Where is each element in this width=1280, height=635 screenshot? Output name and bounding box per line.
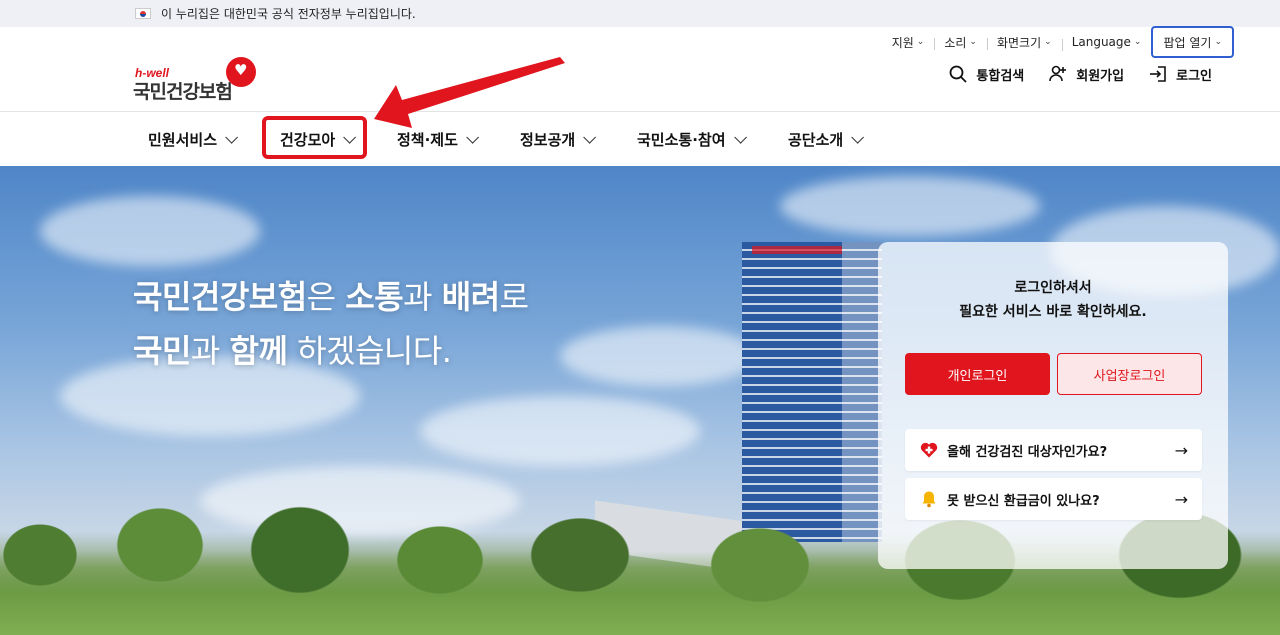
- gov-banner-text: 이 누리집은 대한민국 공식 전자정부 누리집입니다.: [161, 7, 416, 21]
- chevron-down-icon: [851, 131, 865, 144]
- nav-label: 공단소개: [788, 131, 844, 149]
- popup-open-label: 팝업 열기: [1163, 35, 1212, 50]
- gov-banner[interactable]: 이 누리집은 대한민국 공식 전자정부 누리집입니다.: [0, 0, 1280, 27]
- hero-text-bold: 소통: [345, 278, 404, 316]
- hero-text: 로: [499, 278, 529, 316]
- logo-name: 국민건강보험: [133, 81, 233, 103]
- main-nav: 민원서비스 건강모아 정책·제도 정보공개 국민소통·참여 공단소개: [0, 111, 1280, 166]
- hero-headline: 국민건강보험은 소통과 배려로 국민과 함께 하겠습니다.: [133, 270, 529, 378]
- signup-button[interactable]: 회원가입: [1048, 64, 1124, 84]
- chevron-down-icon: ⌄: [1044, 37, 1052, 47]
- annotation-arrow-icon: [374, 57, 565, 128]
- login-panel: 로그인하셔서 필요한 서비스 바로 확인하세요. 개인로그인 사업장로그인 올해…: [878, 242, 1228, 569]
- heart-logo-icon: [226, 57, 256, 87]
- hero-text: 은: [306, 278, 346, 316]
- cloud: [780, 176, 1040, 236]
- utility-language-label: Language: [1071, 35, 1131, 49]
- chevron-down-icon: [733, 131, 747, 144]
- add-user-icon: [1049, 65, 1067, 82]
- popup-open-button[interactable]: 팝업 열기 ⌄: [1151, 26, 1234, 58]
- utility-menu: 지원 ⌄ 소리 ⌄ 화면크기 ⌄ Language ⌄ 팝업 열기 ⌄: [882, 26, 1234, 58]
- hero-text: 하겠습니다.: [287, 332, 452, 370]
- search-icon: [950, 65, 968, 83]
- utility-screen-size-label: 화면크기: [996, 35, 1042, 50]
- hero-text-bold: 국민건강보험: [133, 278, 307, 316]
- login-message-line-1: 로그인하셔서: [1014, 280, 1092, 296]
- utility-sound-label: 소리: [944, 35, 967, 50]
- hero-text-bold: 함께: [229, 332, 288, 370]
- utility-language[interactable]: Language ⌄: [1061, 35, 1152, 51]
- chevron-down-icon: ⌄: [1214, 37, 1222, 47]
- chevron-down-icon: ⌄: [1133, 37, 1142, 47]
- korea-flag-icon: [135, 8, 151, 19]
- header-actions: 통합검색 회원가입 로그인: [948, 64, 1212, 84]
- hero-text-bold: 국민: [133, 332, 191, 370]
- nav-item-participation[interactable]: 국민소통·참여: [637, 112, 747, 167]
- bell-icon: [919, 489, 939, 509]
- hero-text: 과: [190, 332, 230, 370]
- hero-text-bold: 배려: [441, 278, 500, 316]
- tower-sign: [752, 246, 842, 254]
- nav-label: 민원서비스: [148, 131, 218, 149]
- hero-line-1: 국민건강보험은 소통과 배려로: [133, 270, 529, 324]
- nav-item-civil-service[interactable]: 민원서비스: [148, 112, 239, 167]
- chevron-down-icon: ⌄: [916, 37, 925, 47]
- chevron-down-icon: [583, 131, 597, 144]
- search-button[interactable]: 통합검색: [948, 64, 1024, 84]
- chevron-down-icon: ⌄: [969, 37, 977, 47]
- login-message: 로그인하셔서 필요한 서비스 바로 확인하세요.: [878, 276, 1228, 324]
- checkup-link[interactable]: 올해 건강검진 대상자인가요? →: [905, 429, 1202, 471]
- login-message-line-2: 필요한 서비스 바로 확인하세요.: [959, 304, 1147, 320]
- utility-sound[interactable]: 소리 ⌄: [934, 34, 987, 51]
- login-button[interactable]: 로그인: [1148, 64, 1212, 84]
- refund-link[interactable]: 못 받으신 환급금이 있나요? →: [905, 478, 1202, 520]
- site-logo[interactable]: h-well 국민건강보험: [133, 57, 257, 103]
- cloud: [420, 396, 700, 466]
- medical-heart-icon: [919, 440, 939, 460]
- nav-item-about[interactable]: 공단소개: [788, 112, 865, 167]
- arrow-right-icon: →: [1174, 489, 1188, 509]
- business-login-button[interactable]: 사업장로그인: [1057, 353, 1202, 395]
- login-label: 로그인: [1176, 68, 1212, 84]
- utility-screen-size[interactable]: 화면크기 ⌄: [986, 34, 1062, 51]
- utility-support-label: 지원: [891, 35, 914, 50]
- search-label: 통합검색: [976, 68, 1025, 84]
- login-icon: [1150, 66, 1166, 82]
- chevron-down-icon: [225, 131, 239, 144]
- personal-login-button[interactable]: 개인로그인: [905, 353, 1050, 395]
- arrow-right-icon: →: [1174, 440, 1188, 460]
- cloud: [560, 326, 760, 386]
- nav-label: 국민소통·참여: [637, 131, 726, 149]
- hero-line-2: 국민과 함께 하겠습니다.: [133, 324, 529, 378]
- checkup-label: 올해 건강검진 대상자인가요?: [947, 444, 1108, 460]
- hero-text: 과: [403, 278, 442, 316]
- cloud: [40, 196, 260, 266]
- highlight-box: [262, 116, 367, 159]
- signup-label: 회원가입: [1076, 68, 1125, 84]
- refund-label: 못 받으신 환급금이 있나요?: [947, 493, 1100, 509]
- utility-support[interactable]: 지원 ⌄: [882, 34, 935, 51]
